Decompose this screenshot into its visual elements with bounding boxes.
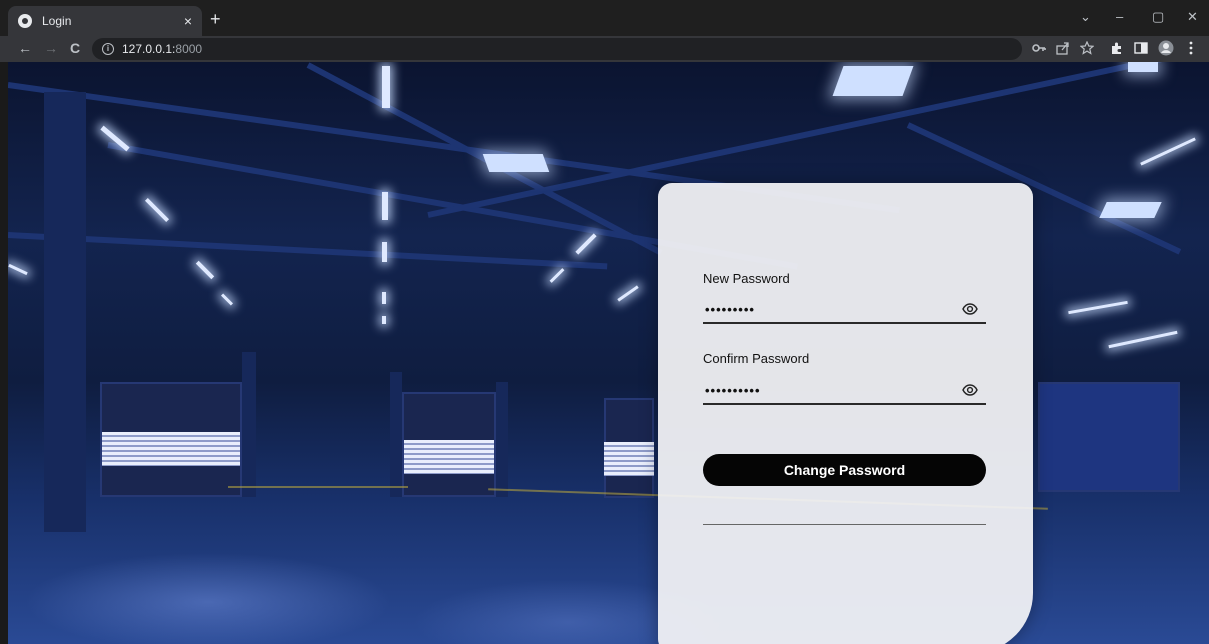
sidepanel-icon[interactable] bbox=[1134, 41, 1148, 55]
address-bar[interactable]: i 127.0.0.1: 8000 bbox=[92, 38, 1022, 60]
url-port: 8000 bbox=[175, 42, 203, 56]
profile-icon[interactable] bbox=[1158, 40, 1174, 56]
browser-tab[interactable]: Login × bbox=[8, 6, 202, 36]
card-divider bbox=[703, 524, 986, 525]
forward-icon[interactable]: → bbox=[44, 40, 58, 56]
reload-icon[interactable]: C bbox=[70, 40, 80, 56]
show-confirm-password-eye-icon[interactable] bbox=[962, 382, 978, 398]
tab-title: Login bbox=[42, 14, 72, 28]
confirm-password-input[interactable]: •••••••••• bbox=[703, 377, 986, 405]
new-password-value: ••••••••• bbox=[705, 301, 755, 317]
minimize-icon[interactable]: – bbox=[1116, 10, 1123, 24]
confirm-password-value: •••••••••• bbox=[705, 382, 761, 398]
url-host: 127.0.0.1: bbox=[122, 42, 176, 56]
new-password-input[interactable]: ••••••••• bbox=[703, 296, 986, 324]
restore-icon[interactable]: ▢ bbox=[1152, 10, 1164, 24]
key-icon[interactable] bbox=[1032, 42, 1046, 54]
menu-icon[interactable] bbox=[1188, 41, 1194, 55]
new-tab-icon[interactable]: + bbox=[210, 10, 221, 28]
show-password-eye-icon[interactable] bbox=[962, 301, 978, 317]
page-viewport: New Password ••••••••• Confirm Password … bbox=[8, 62, 1209, 644]
tab-search-icon[interactable]: ⌄ bbox=[1080, 10, 1091, 24]
tab-close-icon[interactable]: × bbox=[184, 14, 192, 28]
share-icon[interactable] bbox=[1056, 41, 1070, 55]
browser-toolbar: ← → C i 127.0.0.1: 8000 bbox=[0, 36, 1209, 62]
change-password-button[interactable]: Change Password bbox=[703, 454, 986, 486]
close-window-icon[interactable]: ✕ bbox=[1187, 10, 1198, 24]
site-info-icon[interactable]: i bbox=[102, 43, 114, 55]
site-favicon-icon bbox=[18, 14, 32, 28]
new-password-label: New Password bbox=[703, 271, 790, 286]
change-password-card: New Password ••••••••• Confirm Password … bbox=[658, 183, 1033, 644]
star-icon[interactable] bbox=[1080, 41, 1094, 55]
back-icon[interactable]: ← bbox=[18, 40, 32, 56]
browser-titlebar: Login × + ⌄ – ▢ ✕ bbox=[0, 0, 1209, 36]
extensions-icon[interactable] bbox=[1110, 41, 1124, 55]
confirm-password-label: Confirm Password bbox=[703, 351, 810, 366]
